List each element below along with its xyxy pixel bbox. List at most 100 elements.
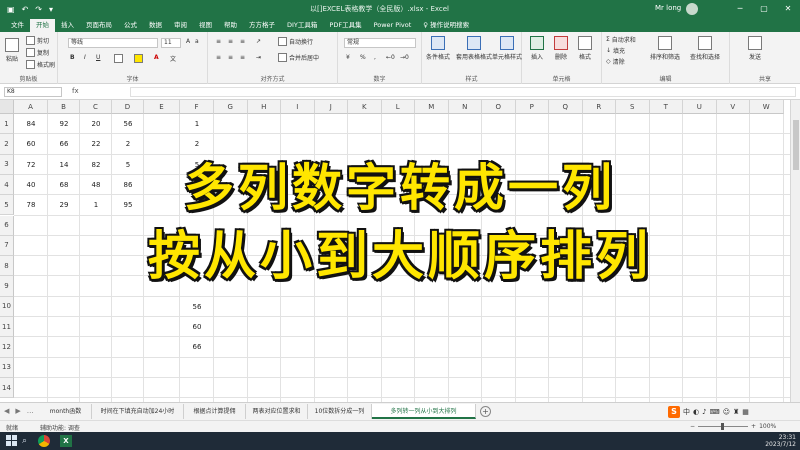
- column-header-d[interactable]: D: [112, 100, 144, 114]
- increase-decimal-icon[interactable]: ←0: [386, 54, 395, 61]
- cell-b3[interactable]: 14: [48, 161, 80, 169]
- column-header-u[interactable]: U: [683, 100, 717, 114]
- ime-language[interactable]: 中: [683, 407, 690, 417]
- zoom-slider-knob[interactable]: [721, 423, 725, 430]
- fill-button[interactable]: ↓ 填充: [606, 46, 625, 55]
- paste-button[interactable]: 粘贴: [5, 38, 19, 63]
- sogou-icon[interactable]: S: [668, 406, 680, 418]
- sheet-tab-commission[interactable]: 根据点计算提佣: [184, 404, 246, 419]
- column-header-e[interactable]: E: [144, 100, 180, 114]
- grid-menu-icon[interactable]: ▦: [742, 408, 749, 416]
- cell-a1[interactable]: 84: [14, 120, 48, 128]
- cell-b2[interactable]: 66: [48, 140, 80, 148]
- cell-b4[interactable]: 68: [48, 181, 80, 189]
- tab-data[interactable]: 数据: [143, 19, 168, 32]
- tell-me-search[interactable]: ♀ 操作说明搜索: [417, 19, 475, 32]
- format-as-table-button[interactable]: 套用表格格式: [456, 36, 492, 61]
- cell-a3[interactable]: 72: [14, 161, 48, 169]
- phonetic-icon[interactable]: 文: [170, 54, 176, 63]
- indent-icon[interactable]: ⇥: [256, 54, 261, 61]
- sheet-tab-time-fill[interactable]: 时间在下填充自动加24小时: [92, 404, 184, 419]
- column-header-k[interactable]: K: [348, 100, 382, 114]
- merge-center-button[interactable]: 合并后居中: [278, 53, 319, 62]
- border-icon[interactable]: [114, 54, 123, 63]
- cell-a5[interactable]: 78: [14, 201, 48, 209]
- tab-page-layout[interactable]: 页面布局: [80, 19, 118, 32]
- currency-icon[interactable]: ¥: [346, 54, 350, 61]
- close-button[interactable]: ✕: [776, 0, 800, 18]
- sheet-tab-multi-col-sort[interactable]: 多列转一列从小到大排列: [372, 404, 476, 419]
- zoom-in-icon[interactable]: +: [751, 423, 756, 430]
- add-sheet-button[interactable]: +: [480, 406, 491, 417]
- row-header-9[interactable]: 9: [0, 276, 14, 297]
- sheet-tab-month[interactable]: month函数: [40, 404, 92, 419]
- format-painter-button[interactable]: 格式刷: [26, 60, 55, 69]
- moon-icon[interactable]: ◐: [693, 408, 699, 416]
- avatar[interactable]: [686, 3, 698, 15]
- vertical-scrollbar[interactable]: [790, 100, 800, 402]
- zoom-out-icon[interactable]: −: [690, 423, 695, 430]
- fill-color-icon[interactable]: [134, 54, 143, 63]
- column-header-v[interactable]: V: [716, 100, 750, 114]
- shirt-icon[interactable]: ♜: [733, 408, 739, 416]
- column-header-s[interactable]: S: [616, 100, 650, 114]
- insert-cells-button[interactable]: 插入: [530, 36, 544, 61]
- row-header-5[interactable]: 5: [0, 195, 14, 216]
- column-header-o[interactable]: O: [482, 100, 516, 114]
- cell-f1[interactable]: 1: [180, 120, 214, 128]
- delete-cells-button[interactable]: 删除: [554, 36, 568, 61]
- column-header-p[interactable]: P: [515, 100, 549, 114]
- prev-sheet-icon[interactable]: ◀: [4, 407, 9, 415]
- row-header-13[interactable]: 13: [0, 357, 14, 378]
- wrap-text-button[interactable]: 自动换行: [278, 37, 313, 46]
- bold-button[interactable]: B: [70, 54, 75, 61]
- row-header-7[interactable]: 7: [0, 235, 14, 257]
- format-cells-button[interactable]: 格式: [578, 36, 592, 61]
- tab-power-pivot[interactable]: Power Pivot: [368, 19, 418, 32]
- column-header-h[interactable]: H: [247, 100, 281, 114]
- tab-fangfangezi[interactable]: 方方格子: [243, 19, 281, 32]
- column-header-i[interactable]: I: [281, 100, 315, 114]
- row-header-11[interactable]: 11: [0, 317, 14, 338]
- decrease-decimal-icon[interactable]: →0: [400, 54, 409, 61]
- row-header-8[interactable]: 8: [0, 256, 14, 277]
- italic-button[interactable]: I: [84, 54, 86, 61]
- chrome-icon[interactable]: [38, 435, 50, 447]
- cell-f12[interactable]: 66: [180, 343, 214, 351]
- grow-font-icon[interactable]: A: [186, 38, 190, 45]
- sheet-tab-two-table-sum[interactable]: 两表对应位置求和: [246, 404, 308, 419]
- keyboard-icon[interactable]: ⌨: [710, 408, 720, 416]
- shrink-font-icon[interactable]: a: [195, 38, 199, 45]
- font-size-select[interactable]: 11: [161, 38, 181, 48]
- cut-button[interactable]: 剪切: [26, 36, 49, 45]
- align-right-icon[interactable]: ≡: [240, 54, 245, 61]
- column-header-g[interactable]: G: [214, 100, 248, 114]
- tab-view[interactable]: 视图: [193, 19, 218, 32]
- redo-icon[interactable]: ↷: [35, 5, 42, 14]
- cell-f11[interactable]: 60: [180, 323, 214, 331]
- accessibility-status[interactable]: 辅助功能: 调查: [40, 423, 80, 432]
- cell-styles-button[interactable]: 单元格样式: [492, 36, 522, 61]
- column-header-j[interactable]: J: [314, 100, 348, 114]
- clear-button[interactable]: ◇ 清除: [606, 57, 625, 66]
- restore-button[interactable]: ▢: [752, 0, 776, 18]
- column-header-m[interactable]: M: [415, 100, 449, 114]
- windows-start-icon[interactable]: [6, 435, 18, 447]
- align-center-icon[interactable]: ≡: [228, 54, 233, 61]
- cell-f10[interactable]: 56: [180, 303, 214, 311]
- next-sheet-icon[interactable]: ▶: [15, 407, 20, 415]
- insert-function-icon[interactable]: fx: [72, 87, 79, 95]
- underline-button[interactable]: U: [96, 54, 100, 61]
- column-header-q[interactable]: Q: [549, 100, 583, 114]
- column-header-b[interactable]: B: [48, 100, 80, 114]
- send-button[interactable]: 发送: [748, 36, 762, 61]
- row-header-14[interactable]: 14: [0, 377, 14, 399]
- column-header-r[interactable]: R: [582, 100, 616, 114]
- mic-icon[interactable]: ♪: [702, 408, 706, 416]
- taskbar-search-icon[interactable]: ⌕: [22, 435, 34, 447]
- autosum-button[interactable]: Σ 自动求和: [606, 35, 636, 44]
- formula-input[interactable]: [130, 87, 796, 97]
- column-header-t[interactable]: T: [649, 100, 683, 114]
- column-header-c[interactable]: C: [80, 100, 112, 114]
- sheet-tab-split-digits[interactable]: 10位数拆分成一列: [308, 404, 372, 419]
